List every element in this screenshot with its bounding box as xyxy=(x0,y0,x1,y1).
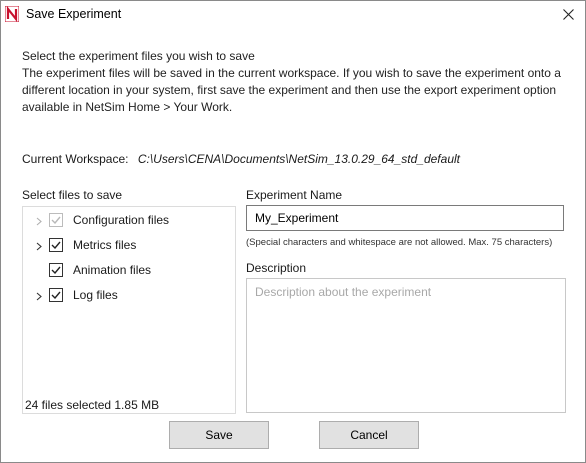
tree-item-label: Configuration files xyxy=(73,213,170,227)
save-experiment-dialog: Save Experiment Select the experiment fi… xyxy=(0,0,586,463)
cancel-button[interactable]: Cancel xyxy=(319,421,419,449)
window-title: Save Experiment xyxy=(26,7,122,21)
tree-item-label: Log files xyxy=(73,288,118,302)
log-files-checkbox[interactable] xyxy=(49,288,63,302)
intro-line: The experiment files will be saved in th… xyxy=(22,66,561,80)
title-bar: Save Experiment xyxy=(1,1,585,29)
tree-item-label: Animation files xyxy=(73,263,152,277)
save-button[interactable]: Save xyxy=(169,421,269,449)
metrics-files-checkbox[interactable] xyxy=(49,238,63,252)
close-icon xyxy=(562,8,574,20)
chevron-right-icon[interactable] xyxy=(35,236,43,256)
chevron-right-icon xyxy=(35,211,43,231)
experiment-name-label: Experiment Name xyxy=(246,188,343,202)
files-section-label: Select files to save xyxy=(22,188,123,202)
checkmark-icon xyxy=(51,241,61,249)
workspace-label: Current Workspace: xyxy=(22,152,129,166)
checkmark-icon xyxy=(51,266,61,274)
configuration-files-checkbox xyxy=(49,213,63,227)
description-textarea[interactable] xyxy=(246,278,566,413)
workspace-path: C:\Users\CENA\Documents\NetSim_13.0.29_6… xyxy=(137,152,460,166)
intro-line: Select the experiment files you wish to … xyxy=(22,49,255,63)
checkmark-icon xyxy=(51,216,61,224)
current-workspace: Current Workspace: C:\Users\CENA\Documen… xyxy=(22,152,460,166)
tree-item-label: Metrics files xyxy=(73,238,137,252)
chevron-right-icon[interactable] xyxy=(35,286,43,306)
description-label: Description xyxy=(246,261,307,275)
close-button[interactable] xyxy=(555,3,581,25)
intro-line: available in NetSim Home > Your Work. xyxy=(22,100,233,114)
selection-summary: 24 files selected 1.85 MB xyxy=(25,398,160,412)
netsim-logo-icon xyxy=(4,5,20,23)
animation-files-checkbox[interactable] xyxy=(49,263,63,277)
file-tree: Configuration files Metrics files Animat… xyxy=(22,206,236,414)
experiment-name-input[interactable] xyxy=(246,205,564,231)
intro-text: Select the experiment files you wish to … xyxy=(22,48,572,116)
intro-line: different location in your system, first… xyxy=(22,83,557,97)
checkmark-icon xyxy=(51,291,61,299)
experiment-name-hint: (Special characters and whitespace are n… xyxy=(246,237,553,248)
